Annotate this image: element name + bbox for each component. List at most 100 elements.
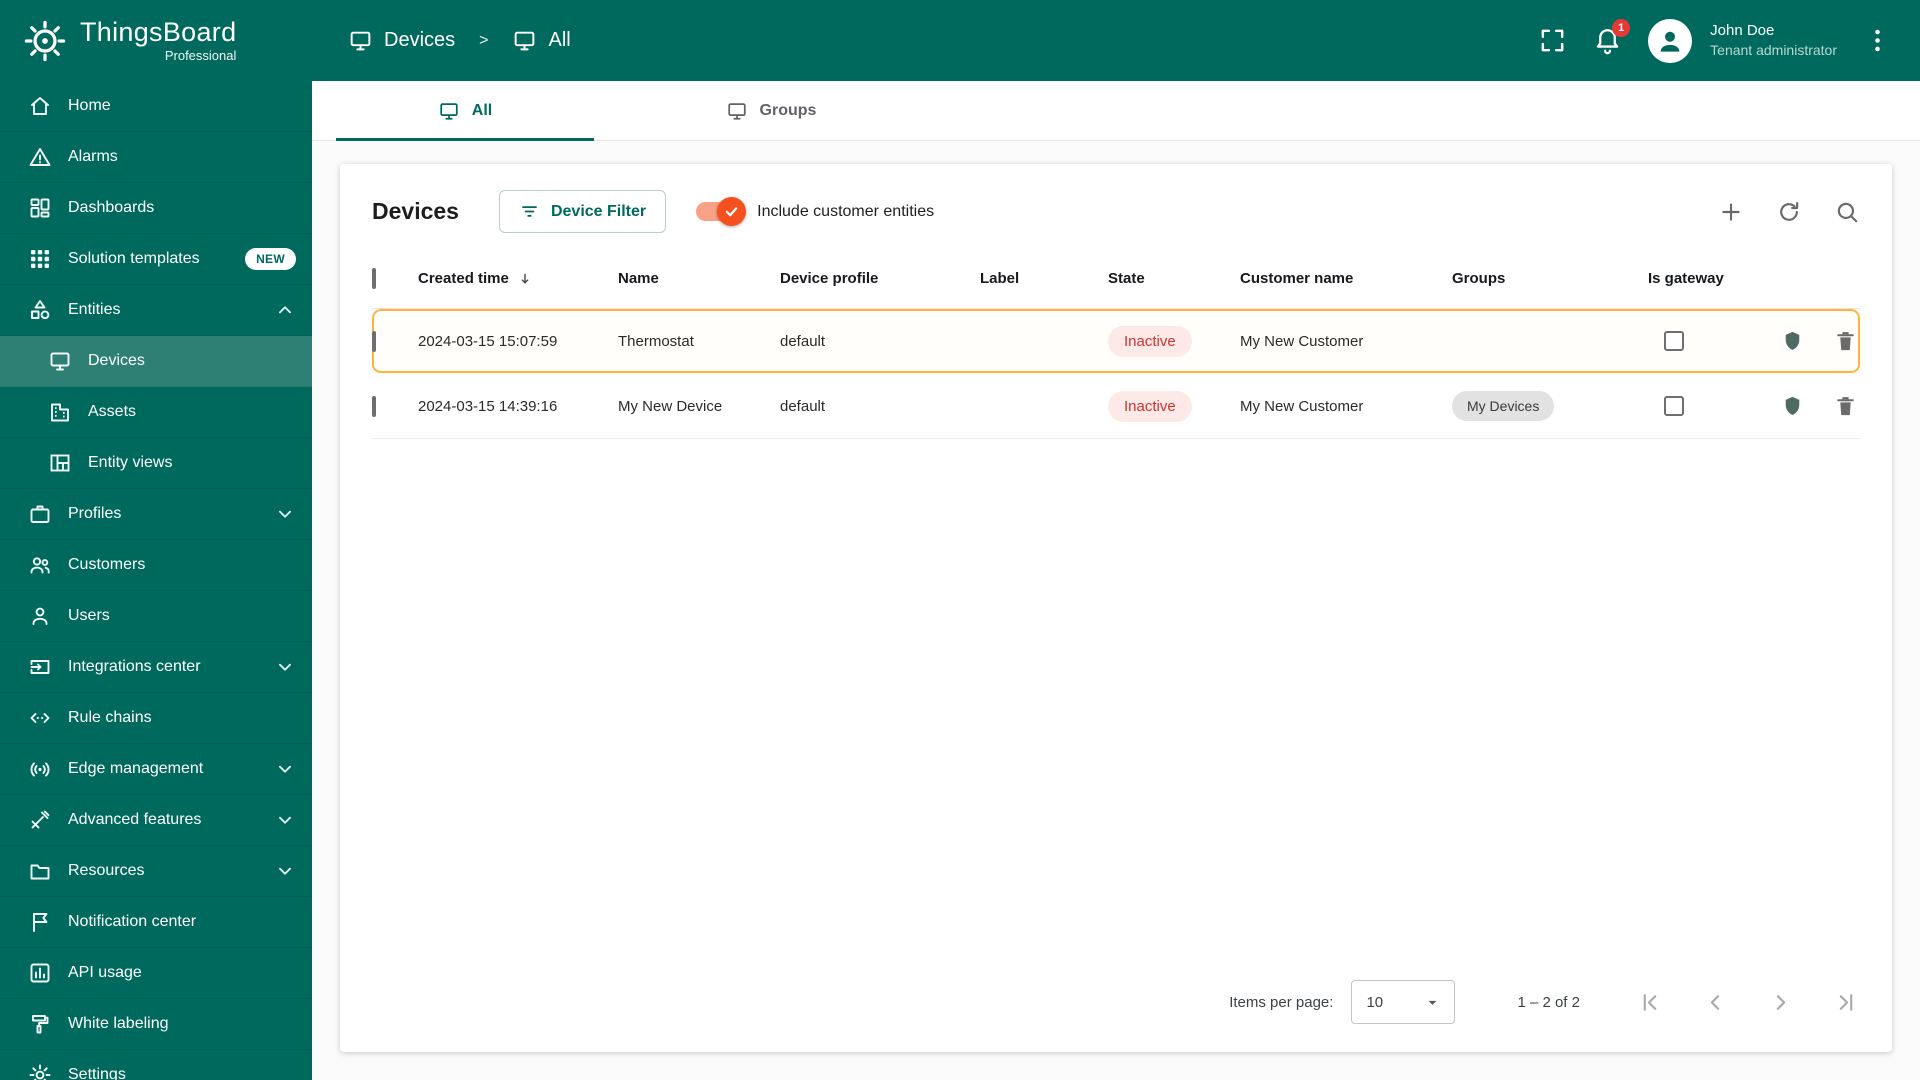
tab-all[interactable]: All (312, 81, 618, 141)
pagination-bar: Items per page: 10 1 – 2 of 2 (340, 966, 1892, 1052)
cell-name: My New Device (618, 397, 723, 415)
last-page-button[interactable] (1833, 990, 1858, 1015)
device-filter-button[interactable]: Device Filter (498, 190, 667, 233)
sidebar-item-devices[interactable]: Devices (0, 336, 312, 387)
dashboards-icon (28, 196, 52, 220)
advanced-features-icon (28, 808, 52, 832)
sidebar-item-label: Advanced features (68, 811, 202, 828)
chevron-down-icon (274, 860, 296, 882)
devices-icon (512, 28, 537, 53)
tab-label: Groups (759, 102, 817, 119)
sidebar-item-dashboards[interactable]: Dashboards (0, 183, 312, 234)
is-gateway-checkbox[interactable] (1664, 396, 1684, 416)
sidebar-item-rule-chains[interactable]: Rule chains (0, 693, 312, 744)
breadcrumb-devices[interactable]: Devices (348, 28, 455, 53)
sidebar-item-settings[interactable]: Settings (0, 1050, 312, 1080)
search-button[interactable] (1834, 199, 1860, 225)
sidebar-item-label: API usage (68, 964, 142, 981)
sidebar-item-home[interactable]: Home (0, 81, 312, 132)
sidebar-item-white-labeling[interactable]: White labeling (0, 999, 312, 1050)
notification-count-badge: 1 (1612, 19, 1631, 37)
trash-icon (1833, 329, 1858, 354)
column-header-is-gateway[interactable]: Is gateway (1648, 270, 1780, 287)
sidebar-item-entity-views[interactable]: Entity views (0, 438, 312, 489)
column-header-label[interactable]: Label (980, 270, 1108, 287)
plus-icon (1718, 199, 1744, 225)
user-avatar[interactable] (1648, 18, 1693, 63)
sidebar-item-entities[interactable]: Entities (0, 285, 312, 336)
chevron-down-icon (274, 758, 296, 780)
thingsboard-logo-icon (22, 18, 68, 64)
fullscreen-button[interactable] (1538, 26, 1567, 55)
sidebar-item-label: Home (68, 97, 111, 114)
delete-button[interactable] (1833, 329, 1858, 354)
sidebar-item-profiles[interactable]: Profiles (0, 489, 312, 540)
sidebar-item-customers[interactable]: Customers (0, 540, 312, 591)
main-area: Devices > All 1 John Doe Tenant administ… (312, 0, 1920, 1080)
column-header-created-time[interactable]: Created time (418, 270, 618, 288)
sidebar-item-resources[interactable]: Resources (0, 846, 312, 897)
column-header-state[interactable]: State (1108, 270, 1240, 287)
next-page-button[interactable] (1768, 990, 1793, 1015)
previous-page-button[interactable] (1703, 990, 1728, 1015)
row-checkbox[interactable] (372, 330, 376, 352)
add-device-button[interactable] (1718, 199, 1744, 225)
column-header-device-profile[interactable]: Device profile (780, 270, 980, 287)
chevron-right-icon (1768, 990, 1793, 1015)
first-page-button[interactable] (1638, 990, 1663, 1015)
delete-button[interactable] (1833, 394, 1858, 419)
column-header-groups[interactable]: Groups (1452, 270, 1648, 287)
more-menu-button[interactable] (1863, 26, 1892, 55)
tab-label: All (471, 102, 493, 119)
chevron-down-icon (274, 503, 296, 525)
column-header-customer-name[interactable]: Customer name (1240, 270, 1452, 287)
refresh-button[interactable] (1776, 199, 1802, 225)
home-icon (28, 94, 52, 118)
sidebar-item-label: Solution templates (68, 250, 200, 267)
notifications-button[interactable]: 1 (1593, 19, 1631, 55)
devices-table: Created time Name Device profile Label S… (340, 249, 1892, 439)
sidebar-item-label: Alarms (68, 148, 118, 165)
chevron-down-icon (1423, 993, 1442, 1012)
breadcrumb-all[interactable]: All (512, 28, 571, 53)
tab-groups[interactable]: Groups (618, 81, 924, 141)
items-per-page-select[interactable]: 10 (1351, 980, 1456, 1024)
row-checkbox[interactable] (372, 395, 376, 417)
sidebar-item-alarms[interactable]: Alarms (0, 132, 312, 183)
shield-icon (1780, 394, 1805, 419)
sidebar-item-solution-templates[interactable]: Solution templates NEW (0, 234, 312, 285)
select-all-checkbox[interactable] (372, 268, 376, 289)
sidebar-item-integrations-center[interactable]: Integrations center (0, 642, 312, 693)
sidebar-item-advanced-features[interactable]: Advanced features (0, 795, 312, 846)
notification-center-icon (28, 910, 52, 934)
sidebar-item-edge-management[interactable]: Edge management (0, 744, 312, 795)
table-row[interactable]: 2024-03-15 15:07:59 Thermostat default I… (372, 309, 1860, 374)
filter-icon (519, 201, 540, 222)
device-filter-label: Device Filter (550, 202, 647, 220)
edge-management-icon (28, 757, 52, 781)
content-area: Devices Device Filter Include customer e… (312, 141, 1920, 1080)
brand-logo: ThingsBoard Professional (0, 0, 312, 81)
sidebar-item-api-usage[interactable]: API usage (0, 948, 312, 999)
sidebar-item-label: Assets (88, 403, 137, 420)
toggle-label: Include customer entities (757, 202, 935, 220)
check-icon (724, 204, 739, 219)
sidebar-item-assets[interactable]: Assets (0, 387, 312, 438)
users-icon (28, 604, 52, 628)
include-customer-toggle[interactable] (696, 197, 747, 226)
sidebar-item-notification-center[interactable]: Notification center (0, 897, 312, 948)
white-labeling-icon (28, 1012, 52, 1036)
is-gateway-checkbox[interactable] (1664, 331, 1684, 351)
customers-icon (28, 553, 52, 577)
sidebar-item-users[interactable]: Users (0, 591, 312, 642)
breadcrumb: Devices > All (348, 28, 571, 53)
column-header-name[interactable]: Name (618, 270, 780, 287)
top-bar: Devices > All 1 John Doe Tenant administ… (312, 0, 1920, 81)
table-row[interactable]: 2024-03-15 14:39:16 My New Device defaul… (372, 374, 1860, 439)
sidebar-item-label: Notification center (68, 913, 197, 930)
breadcrumb-separator: > (479, 31, 489, 49)
security-button[interactable] (1780, 394, 1805, 419)
rule-chains-icon (28, 706, 52, 730)
cell-customer-name: My New Customer (1240, 332, 1364, 350)
security-button[interactable] (1780, 329, 1805, 354)
